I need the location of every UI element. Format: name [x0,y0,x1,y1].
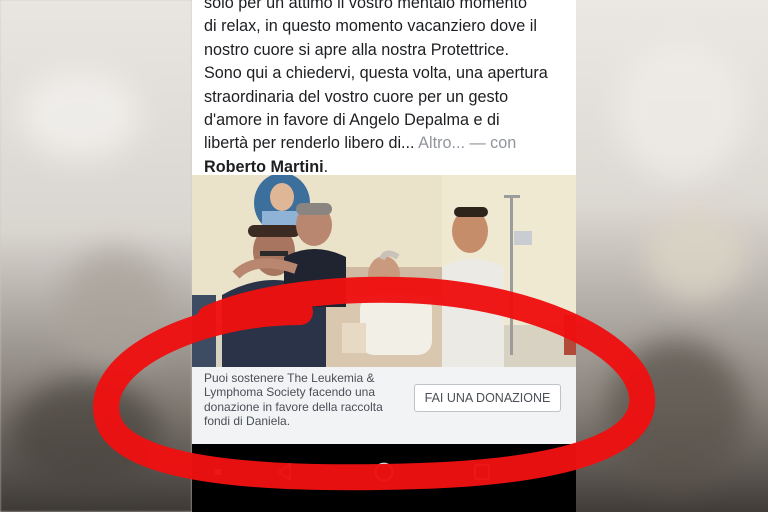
post-body: solo per un attimo il vostro mentalo mom… [204,0,566,179]
post-line: solo per un attimo il vostro mentalo mom… [204,0,527,12]
recents-square-icon [474,464,490,480]
blurred-background-left [0,0,192,512]
post-line: straordinaria del vostro cuore per un ge… [204,87,509,106]
see-more-link[interactable]: Altro... [418,134,465,152]
post-line: d'amore in favore di Angelo Depalma e di [204,111,500,130]
nav-menu-button[interactable] [198,456,238,488]
home-circle-icon [374,462,394,482]
nav-back-button[interactable] [265,456,305,488]
donate-button[interactable]: FAI UNA DONAZIONE [414,384,561,412]
photo-of-people-around-hospital-bed-icon [192,175,576,367]
back-triangle-icon [278,463,291,481]
blurred-background-right [576,0,768,512]
post-photo[interactable] [192,175,576,367]
menu-dot-icon [215,469,221,475]
with-label: — con [469,134,517,153]
tagged-suffix: . [323,157,329,176]
nav-home-button[interactable] [364,456,404,488]
post-line: di relax, in questo momento vacanziero d… [204,17,537,36]
donation-text: Puoi sostenere The Leukemia & Lymphoma S… [204,371,383,429]
post-line: Sono qui a chiedervi, questa volta, una … [204,64,548,83]
post-line: nostro cuore si apre alla nostra Protett… [204,40,510,59]
post-line: libertà per renderlo libero di... [204,134,415,153]
tagged-person-link[interactable]: Roberto Martini [204,158,324,176]
nav-recents-button[interactable] [462,456,502,488]
phone-screen: solo per un attimo il vostro mentalo mom… [192,0,576,512]
post-line-with-more: libertà per renderlo libero di... Altro.… [204,132,566,155]
android-navigation-bar [192,444,576,512]
donation-bar: Puoi sostenere The Leukemia & Lymphoma S… [192,367,576,444]
